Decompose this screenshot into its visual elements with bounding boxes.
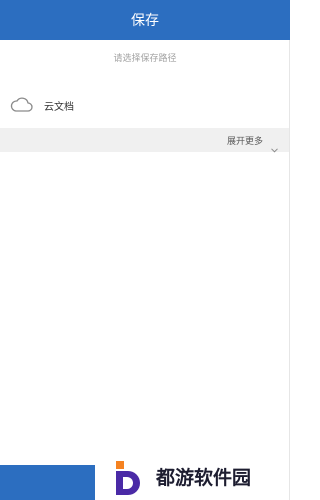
watermark: 都游软件园 [112,456,251,496]
watermark-logo-icon [112,457,150,495]
expand-more-button[interactable]: 展开更多 [0,128,290,153]
location-label: 云文档 [44,101,74,113]
watermark-text: 都游软件园 [156,466,252,489]
header-title: 保存 [131,13,159,29]
location-item-cloud-docs[interactable]: 云文档 [0,82,290,128]
expand-more-label: 展开更多 [226,136,263,147]
chevron-down-icon [271,138,278,153]
bottom-action-bar[interactable] [0,465,95,500]
save-path-prompt-text: 请选择保存路径 [113,53,177,64]
save-path-prompt: 请选择保存路径 [0,40,290,74]
panel-divider [289,40,290,500]
header-bar: 保存 [0,0,290,40]
cloud-icon [10,95,34,115]
